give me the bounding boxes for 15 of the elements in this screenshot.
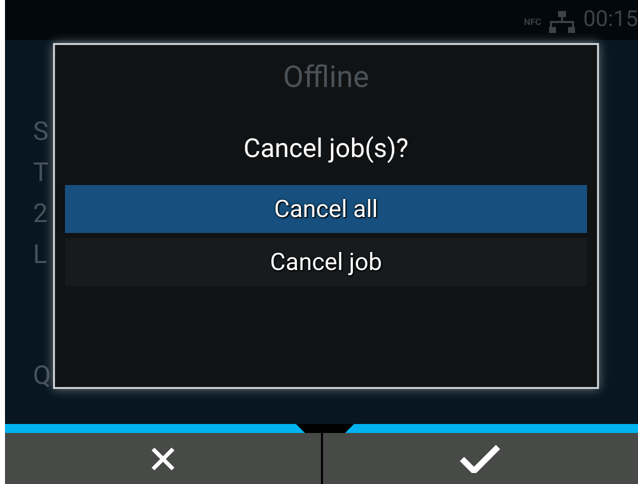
clock-time: 00:15 [583, 9, 638, 31]
option-item[interactable]: Cancel job [65, 238, 587, 286]
background-label: S [33, 118, 50, 146]
background-label: Q [33, 362, 51, 390]
notch-drawing [296, 424, 354, 433]
dialog-title: Cancel job(s)? [244, 133, 408, 166]
background-label: L [33, 241, 48, 269]
background-label: 2 [33, 200, 49, 228]
nfc-label: NFC [524, 17, 542, 30]
close-icon [150, 446, 176, 472]
network-icon [549, 11, 576, 33]
checkmark-icon [460, 444, 500, 472]
screen-title: Offline [282, 59, 369, 97]
background-label: T [33, 159, 50, 187]
option-item[interactable]: Cancel all [65, 185, 587, 233]
